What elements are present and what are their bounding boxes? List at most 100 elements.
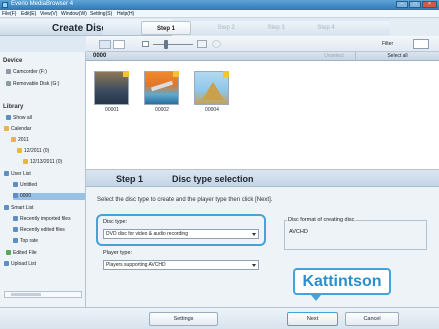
sidebar-item-calendar[interactable]: Calendar (4, 126, 31, 133)
video-tag-icon (173, 71, 179, 77)
sidebar-item-removable-disk[interactable]: Removable Disk (G:) (6, 81, 59, 88)
player-type-value: Players supporting AVCHD (106, 262, 166, 268)
settings-button[interactable]: Settings (149, 312, 218, 326)
sidebar-scrollbar[interactable] (4, 291, 82, 298)
sidebar-item-label: Camcorder (F:) (13, 69, 47, 75)
media-thumbnail[interactable] (94, 71, 129, 105)
disc-format-value: AVCHD (289, 229, 308, 235)
disc-type-select[interactable]: DVD disc for video & audio recording (103, 229, 259, 239)
cancel-button[interactable]: Cancel (345, 312, 399, 326)
user-list-icon (4, 171, 9, 176)
menu-edit[interactable]: Edit(E) (21, 11, 36, 17)
sidebar-item-top-rate[interactable]: Top rate (13, 238, 38, 245)
sidebar-item-camcorder[interactable]: Camcorder (F:) (6, 69, 47, 76)
disc-format-group (284, 220, 427, 250)
menu-setting[interactable]: Setting(S) (90, 11, 112, 17)
airplane-image (150, 80, 174, 92)
list-icon (13, 238, 18, 243)
title-bar[interactable]: Everio MediaBrowser 4 – □ × (0, 0, 439, 10)
disk-icon (6, 81, 11, 86)
zoom-in-icon[interactable] (197, 40, 207, 48)
media-grid: 00001 00002 00004 (86, 61, 439, 169)
folder-name: 0000 (93, 53, 107, 59)
sidebar-item-label: Recently edited files (20, 227, 65, 233)
menu-file[interactable]: File(F) (2, 11, 16, 17)
zoom-slider-track[interactable] (153, 44, 193, 45)
thumbnail-label: 00002 (155, 107, 169, 113)
sidebar-item-recently-edited[interactable]: Recently edited files (13, 227, 65, 234)
disc-format-label: Disc format of creating disc (287, 217, 356, 223)
zoom-slider-handle[interactable] (164, 40, 168, 49)
menu-view[interactable]: View(V) (40, 11, 57, 17)
calendar-icon (11, 137, 16, 142)
unselect-button[interactable]: Unselect (313, 53, 355, 60)
sidebar-item-edited-file[interactable]: Edited File (6, 250, 37, 257)
edited-file-icon (6, 250, 11, 255)
player-type-select[interactable]: Players supporting AVCHD (103, 260, 259, 270)
tab-step-1[interactable]: Step 1 (141, 21, 191, 35)
list-icon (13, 216, 18, 221)
sidebar-item-label: Smart List (11, 205, 34, 211)
next-button[interactable]: Next (287, 312, 338, 326)
sidebar-item-user-list[interactable]: User List (4, 171, 31, 178)
media-thumbnail[interactable] (194, 71, 229, 105)
sidebar-item-label: Recently imported files (20, 216, 71, 222)
list-view-button[interactable] (113, 40, 125, 49)
calendar-icon (23, 159, 28, 164)
select-all-button[interactable]: Select all (355, 52, 439, 61)
maximize-button[interactable]: □ (409, 1, 421, 8)
app-icon (2, 2, 8, 8)
sidebar-item-label: 0000 (20, 193, 32, 199)
camcorder-icon (6, 69, 11, 74)
page-title: Create Disc (52, 23, 108, 34)
thumbnail-label: 00004 (205, 107, 219, 113)
menu-window[interactable]: Window(W) (61, 11, 87, 17)
window-title: Everio MediaBrowser 4 (11, 1, 74, 7)
close-button[interactable]: × (422, 1, 437, 8)
disc-type-label: Disc type: (103, 219, 128, 225)
zoom-out-icon[interactable] (142, 41, 149, 47)
sidebar: Device Camcorder (F:) Removable Disk (G:… (0, 52, 86, 307)
video-tag-icon (123, 71, 129, 77)
bottom-bar: Settings Next Cancel (0, 307, 439, 329)
thumbnail-label: 00001 (105, 107, 119, 113)
scrollbar-thumb[interactable] (11, 293, 41, 296)
thumbnail-view-button[interactable] (99, 40, 111, 49)
sidebar-item-label: User List (11, 171, 31, 177)
toolbar: Filter (86, 36, 439, 52)
smart-list-icon (4, 205, 9, 210)
calendar-icon (4, 126, 9, 131)
instruction-text: Select the disc type to create and the p… (97, 197, 273, 203)
app-window: Everio MediaBrowser 4 – □ × File(F) Edit… (0, 0, 439, 329)
sidebar-item-show-all[interactable]: Show all (6, 115, 32, 122)
library-heading: Library (3, 104, 24, 110)
sidebar-item-0000[interactable]: 0000 (13, 193, 85, 200)
minimize-button[interactable]: – (396, 1, 408, 8)
sidebar-item-untitled[interactable]: Untitled (13, 182, 37, 189)
sidebar-item-2011[interactable]: 2011 (11, 137, 29, 144)
menu-bar: File(F) Edit(E) View(V) Window(W) Settin… (0, 10, 439, 18)
sidebar-item-label: 2011 (18, 137, 29, 143)
player-type-label: Player type: (103, 250, 133, 256)
sidebar-item-smart-list[interactable]: Smart List (4, 205, 34, 212)
upload-icon (4, 261, 9, 266)
filter-dropdown[interactable] (413, 39, 429, 49)
filter-label: Filter (382, 41, 394, 47)
sidebar-item-label: Edited File (13, 250, 37, 256)
header-right (390, 19, 439, 36)
sidebar-item-12-2011[interactable]: 12/2011 (0) (17, 148, 49, 155)
menu-help[interactable]: Help(H) (117, 11, 134, 17)
pyramid-image (202, 82, 224, 100)
callout-label: Kattintson (293, 268, 391, 295)
media-thumbnail[interactable] (144, 71, 179, 105)
device-heading: Device (3, 58, 23, 64)
chevron-down-icon (252, 264, 256, 267)
sidebar-item-label: Upload List (11, 261, 37, 267)
sidebar-item-recently-imported[interactable]: Recently imported files (13, 216, 71, 223)
media-header: 0000 Unselect Select all (86, 52, 439, 61)
video-tag-icon (223, 71, 229, 77)
sidebar-item-upload-list[interactable]: Upload List (4, 261, 36, 268)
tab-step-4: Step 4 (317, 25, 335, 31)
calendar-icon (17, 148, 22, 153)
sidebar-item-12-13-2011[interactable]: 12/13/2011 (0) (23, 159, 62, 166)
